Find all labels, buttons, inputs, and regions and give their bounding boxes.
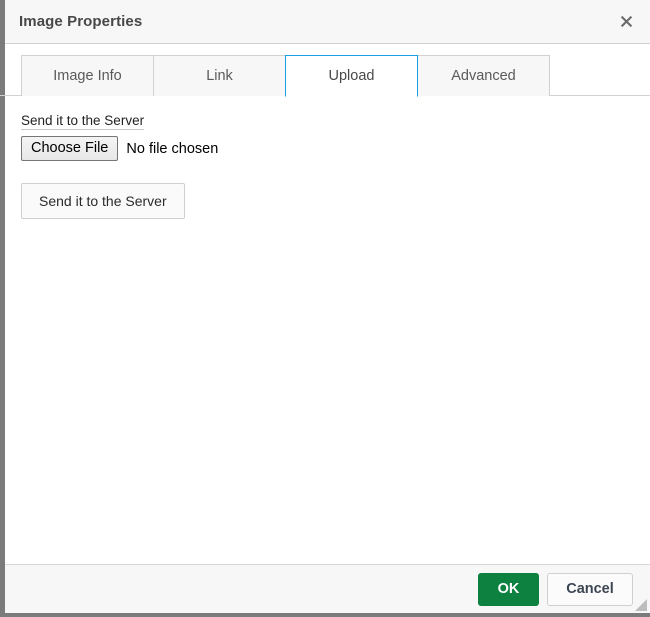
tab-label: Link bbox=[206, 68, 233, 84]
choose-file-button[interactable]: Choose File bbox=[21, 136, 119, 162]
upload-field-label: Send it to the Server bbox=[21, 113, 145, 130]
resize-grip-icon[interactable] bbox=[634, 598, 648, 612]
ok-button[interactable]: OK bbox=[478, 572, 539, 606]
image-properties-dialog: Image Properties Image Info Link Upload … bbox=[0, 0, 650, 617]
tab-image-info[interactable]: Image Info bbox=[21, 55, 154, 96]
close-icon[interactable] bbox=[612, 8, 640, 36]
cancel-button[interactable]: Cancel bbox=[547, 572, 633, 606]
tab-link[interactable]: Link bbox=[153, 55, 286, 96]
tab-advanced[interactable]: Advanced bbox=[417, 55, 550, 96]
tabstrip: Image Info Link Upload Advanced bbox=[0, 55, 650, 97]
tab-label: Upload bbox=[328, 68, 375, 84]
dialog-titlebar: Image Properties bbox=[5, 0, 650, 44]
file-chosen-status: No file chosen bbox=[126, 140, 219, 157]
tab-upload[interactable]: Upload bbox=[285, 55, 418, 97]
send-to-server-button[interactable]: Send it to the Server bbox=[21, 183, 185, 220]
dialog-title: Image Properties bbox=[19, 13, 143, 30]
upload-panel: Send it to the Server Choose File No fil… bbox=[5, 96, 650, 564]
dialog-footer: OK Cancel bbox=[5, 564, 650, 613]
tab-label: Image Info bbox=[53, 68, 122, 84]
tab-label: Advanced bbox=[451, 68, 516, 84]
tabstrip-container: Image Info Link Upload Advanced bbox=[0, 44, 650, 97]
file-input-row: Choose File No file chosen bbox=[21, 136, 634, 162]
